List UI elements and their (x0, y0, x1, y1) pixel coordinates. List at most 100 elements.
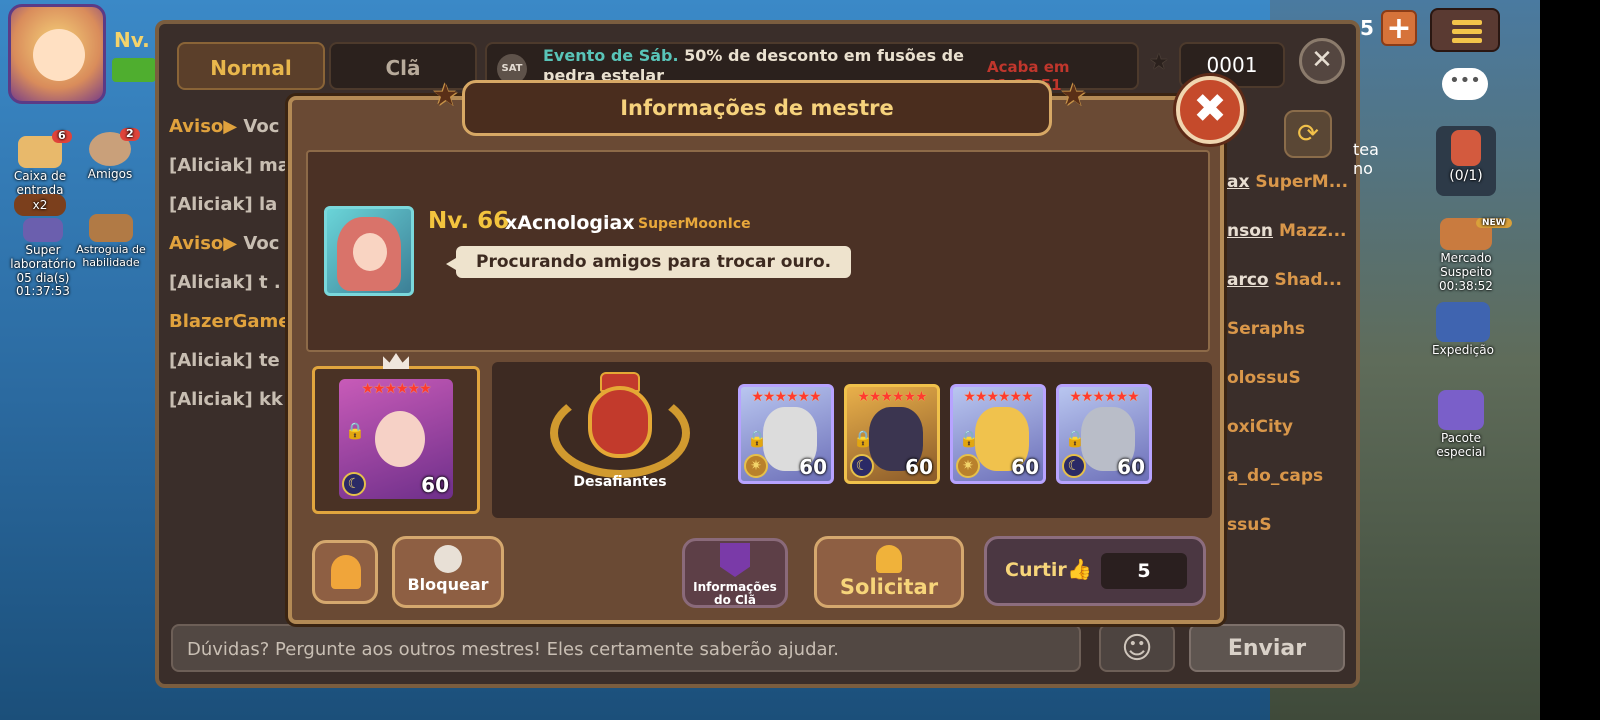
skill-astroguide-button[interactable]: Astroguia de habilidade (76, 214, 146, 269)
lock-icon: 🔒 (345, 421, 365, 440)
friends-button[interactable]: 2 Amigos (80, 127, 140, 182)
like-count: 5 (1101, 553, 1187, 589)
lock-icon: 🔒 (1065, 429, 1085, 448)
friend-name: ax (1227, 172, 1250, 192)
list-item[interactable]: arco Shad... (1227, 270, 1347, 319)
leader-hero-card[interactable]: ★★★★★★ 🔒 ☾ 60 (312, 353, 480, 514)
main-menu-button[interactable] (1430, 8, 1500, 52)
star-icon: ★ (1149, 50, 1169, 75)
close-icon[interactable]: ✖ (1176, 76, 1244, 144)
emoji-icon[interactable]: ☺ (1099, 624, 1175, 672)
player-level-label: Nv. (114, 28, 150, 52)
list-item[interactable]: ssuS (1227, 515, 1347, 564)
lab-icon (23, 218, 63, 242)
leader-hero-level: 60 (421, 473, 449, 497)
gift-box-icon (1438, 390, 1484, 430)
super-lab-button[interactable]: Super laboratório 05 dia(s) 01:37:53 (6, 218, 80, 299)
block-button[interactable]: Bloquear (392, 536, 504, 608)
sun-icon: ✷ (956, 454, 980, 478)
master-info-modal: ★ ★ Informações de mestre ✖ Nv. 66 xAcno… (288, 76, 1244, 624)
master-level: Nv. 66 (428, 208, 510, 234)
friend-clan: olossuS (1227, 368, 1301, 388)
boost-x2-badge: x2 (14, 194, 66, 216)
team-hero-card[interactable]: ★★★★★★ 🔒 ☾ 60 (1056, 384, 1152, 484)
friend-clan: oxiCity (1227, 417, 1293, 437)
menu-icon-bar (1452, 29, 1482, 34)
player-avatar[interactable] (8, 4, 106, 104)
hero-stars: ★★★★★★ (1069, 389, 1139, 405)
list-item[interactable]: Seraphs (1227, 319, 1347, 368)
inbox-button[interactable]: 6 Caixa de entrada (8, 129, 72, 198)
clan-info-button[interactable]: Informações do Clã (682, 538, 788, 608)
expedition-button[interactable]: Expedição (1428, 302, 1498, 358)
team-hero-card[interactable]: ★★★★★★ 🔒 ✷ 60 (738, 384, 834, 484)
hero-stars: ★★★★★★ (857, 389, 927, 405)
master-portrait[interactable] (324, 206, 414, 296)
title-star-icon: ★ (432, 78, 459, 113)
special-pack-button[interactable]: Pacote especial (1428, 390, 1494, 460)
xp-bar (112, 58, 156, 82)
send-button[interactable]: Enviar (1189, 624, 1345, 672)
challenger-emblem: Desafiantes (540, 372, 700, 502)
super-lab-label: Super laboratório (10, 243, 76, 271)
friend-clan: Mazz... (1278, 221, 1347, 241)
avatar-face (33, 29, 85, 81)
chat-prefix: Aviso▶ (169, 233, 238, 254)
leader-hero-face (375, 411, 425, 467)
friend-clan: Shad... (1274, 270, 1342, 290)
sun-icon: ✷ (744, 454, 768, 478)
team-hero-card[interactable]: ★★★★★★ 🔒 ✷ 60 (950, 384, 1046, 484)
tab-normal[interactable]: Normal (177, 42, 325, 90)
hero-stars: ★★★★★★ (751, 389, 821, 405)
moon-icon: ☾ (850, 454, 874, 478)
add-resource-button[interactable]: + (1381, 10, 1417, 46)
friend-name: arco (1227, 270, 1269, 290)
list-item[interactable]: olossuS (1227, 368, 1347, 417)
master-clan[interactable]: SuperMoonIce (638, 216, 751, 232)
modal-title: Informações de mestre (462, 80, 1052, 136)
hero-level: 60 (1011, 455, 1039, 479)
moon-icon: ☾ (342, 472, 366, 496)
inbox-badge: 6 (52, 129, 72, 143)
friend-clan: a_do_caps (1227, 466, 1324, 486)
boost-x2-label: x2 (32, 198, 48, 212)
refresh-button[interactable]: ⟳ (1284, 110, 1332, 158)
chat-close-button[interactable]: ✕ (1299, 38, 1345, 84)
chat-bubble-icon[interactable]: ••• (1442, 68, 1488, 100)
crown-icon (383, 353, 409, 369)
new-badge: NEW (1476, 218, 1512, 229)
special-pack-label: Pacote especial (1436, 431, 1486, 459)
chat-text: Voc (237, 233, 280, 254)
chat-text: [Aliciak] mar (169, 155, 299, 176)
chat-text: [Aliciak] t . (169, 272, 281, 293)
hero-level: 60 (905, 455, 933, 479)
team-hero-card[interactable]: ★★★★★★ 🔒 ☾ 60 (844, 384, 940, 484)
title-star-icon: ★ (1060, 78, 1087, 113)
clan-shield-icon (720, 543, 750, 577)
telescope-icon (1436, 302, 1490, 342)
leader-hero-art: ★★★★★★ 🔒 ☾ 60 (339, 379, 453, 499)
report-button[interactable] (312, 540, 378, 604)
lock-icon: 🔒 (853, 429, 873, 448)
suspicious-market-button[interactable]: NEW Mercado Suspeito 00:38:52 (1428, 218, 1512, 293)
scroll-icon (1451, 130, 1481, 166)
profile-panel: Nv. 66 xAcnologiax SuperMoonIce Procuran… (306, 150, 1210, 352)
team-panel: Desafiantes ★★★★★★ 🔒 ✷ 60 ★★★★★★ 🔒 ☾ 60 … (492, 362, 1212, 518)
quest-scroll-button[interactable]: (0/1) (1436, 126, 1496, 196)
friends-list: ax SuperM... nson Mazz... arco Shad... S… (1227, 172, 1347, 564)
friend-name: nson (1227, 221, 1274, 241)
skill-astroguide-label: Astroguia de habilidade (76, 243, 146, 269)
list-item[interactable]: ax SuperM... (1227, 172, 1347, 221)
expedition-label: Expedição (1432, 343, 1494, 357)
friend-clan: SuperM... (1255, 172, 1347, 192)
like-button[interactable]: Curtir 👍 5 (984, 536, 1206, 606)
hero-level: 60 (799, 455, 827, 479)
chat-input[interactable]: Dúvidas? Pergunte aos outros mestres! El… (171, 624, 1081, 672)
list-item[interactable]: nson Mazz... (1227, 221, 1347, 270)
chat-prefix: Aviso▶ (169, 116, 238, 137)
request-friend-button[interactable]: Solicitar (814, 536, 964, 608)
list-item[interactable]: oxiCity (1227, 417, 1347, 466)
portrait-face (353, 233, 387, 271)
friends-badge: 2 (120, 127, 140, 141)
list-item[interactable]: a_do_caps (1227, 466, 1347, 515)
